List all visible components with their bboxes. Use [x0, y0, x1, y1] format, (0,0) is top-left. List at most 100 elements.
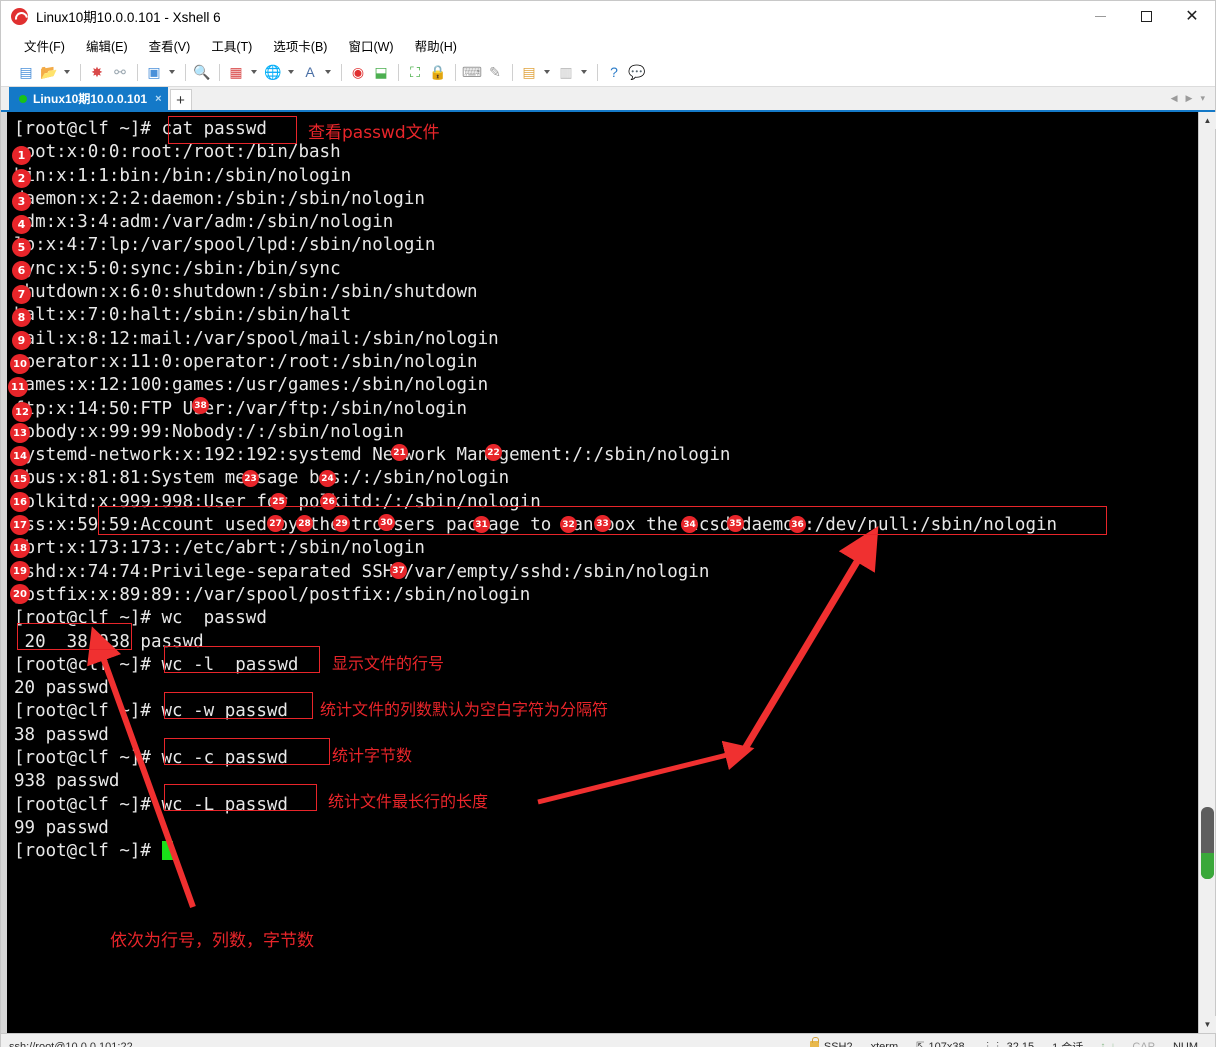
chevron-down-icon[interactable]	[322, 61, 333, 83]
tab-menu-icon[interactable]: ▾	[1196, 93, 1209, 104]
disconnect-icon[interactable]: ✸	[86, 61, 108, 83]
tab-next-icon[interactable]: ▶	[1182, 93, 1197, 104]
download-arrow-icon: ↓	[1110, 1041, 1116, 1047]
terminal-output-line: ftp:x:14:50:FTP User:/var/ftp:/sbin/nolo…	[14, 398, 468, 419]
xftp-icon[interactable]: ⬓	[370, 61, 392, 83]
help-icon[interactable]: ?	[603, 61, 625, 83]
menu-file[interactable]: 文件(F)	[15, 33, 74, 58]
toolbar-separator	[185, 63, 186, 81]
toolbar-separator	[137, 63, 138, 81]
fullscreen-icon[interactable]: ⛶	[404, 61, 426, 83]
close-icon: ✕	[1185, 6, 1199, 25]
connected-dot-icon	[19, 94, 27, 103]
terminal-output[interactable]: [root@clf ~]# cat passwd root:x:0:0:root:…	[8, 112, 1198, 1033]
layout-icon[interactable]: ▦	[225, 61, 247, 83]
xshell-window: Linux10期10.0.0.101 - Xshell 6 ✕ 文件(F) 编辑…	[0, 0, 1216, 1047]
note-wc-summary: 依次为行号，列数，字节数	[110, 931, 314, 951]
chevron-down-icon[interactable]	[541, 61, 552, 83]
menu-bar: 文件(F) 编辑(E) 查看(V) 工具(T) 选项卡(B) 窗口(W) 帮助(…	[1, 32, 1215, 58]
terminal-output-line: systemd-network:x:192:192:systemd Networ…	[14, 445, 731, 466]
chevron-down-icon[interactable]	[61, 61, 72, 83]
toolbar-separator	[398, 63, 399, 81]
terminal-output-line: 38 passwd	[14, 724, 109, 745]
caps-lock-indicator: CAP	[1132, 1040, 1155, 1047]
terminal-command-line: [root@clf ~]# wc -c passwd	[14, 748, 288, 769]
menu-window[interactable]: 窗口(W)	[339, 33, 402, 58]
menu-view[interactable]: 查看(V)	[140, 33, 200, 58]
close-button[interactable]: ✕	[1169, 1, 1215, 32]
protocol-label: SSH2	[823, 1040, 853, 1047]
terminal-output-line: tss:x:59:59:Account used by the trousers…	[14, 515, 1058, 536]
chevron-down-icon[interactable]	[166, 61, 177, 83]
connection-string: ssh://root@10.0.0.101:22	[9, 1040, 133, 1047]
terminal-output-line: dbus:x:81:81:System message bus:/:/sbin/…	[14, 468, 510, 489]
toolbar-separator	[455, 63, 456, 81]
new-session-icon[interactable]: ▤	[15, 61, 37, 83]
scroll-up-icon[interactable]: ▲	[1199, 112, 1216, 129]
terminal-output-line: adm:x:3:4:adm:/var/adm:/sbin/nologin	[14, 212, 394, 233]
reconnect-icon[interactable]: ⚯	[109, 61, 131, 83]
terminal-output-line: bin:x:1:1:bin:/bin:/sbin/nologin	[14, 165, 352, 186]
terminal-output-line: 99 passwd	[14, 817, 109, 838]
xshell-icon[interactable]: ◉	[347, 61, 369, 83]
status-right: SSH2 xterm ⇱ 107x38 ⋮⋮ 32,15 1 会话 ↑ ↓ CA…	[801, 1037, 1207, 1047]
feedback-icon[interactable]: 💬	[626, 61, 648, 83]
highlight-pen-icon[interactable]: ✎	[484, 61, 506, 83]
terminal-output-line: games:x:12:100:games:/usr/games:/sbin/no…	[14, 375, 489, 396]
minimize-icon	[1094, 15, 1106, 17]
size-label: 107x38	[928, 1040, 965, 1047]
resize-icon: ⇱	[916, 1041, 925, 1047]
session-properties-icon[interactable]: ▣	[143, 61, 165, 83]
sessions-cell: 1 会话	[1043, 1039, 1092, 1047]
terminal-scrollbar[interactable]: ▲ ▼	[1198, 112, 1216, 1033]
terminal-output-line: root:x:0:0:root:/root:/bin/bash	[14, 142, 341, 163]
toolbar-separator	[80, 63, 81, 81]
terminal-cursor	[161, 841, 173, 861]
scroll-down-icon[interactable]: ▼	[1199, 1016, 1216, 1033]
menu-tools[interactable]: 工具(T)	[202, 33, 261, 58]
terminal-left-rail	[1, 112, 8, 1033]
cursor-cell: ⋮⋮ 32,15	[974, 1041, 1044, 1047]
size-cell: ⇱ 107x38	[907, 1041, 973, 1047]
lock-icon[interactable]: 🔒	[427, 61, 449, 83]
chevron-down-icon[interactable]	[578, 61, 589, 83]
toolbar-separator	[597, 63, 598, 81]
menu-help[interactable]: 帮助(H)	[406, 33, 466, 58]
num-lock-indicator: NUM	[1172, 1040, 1198, 1047]
toolbar-separator	[512, 63, 513, 81]
minimize-button[interactable]	[1077, 1, 1123, 32]
tab-linux10[interactable]: Linux10期10.0.0.101 ×	[9, 87, 168, 110]
window-title: Linux10期10.0.0.101 - Xshell 6	[36, 10, 221, 25]
terminal-area: [root@clf ~]# cat passwd root:x:0:0:root:…	[1, 112, 1216, 1033]
terminal-output-line: postfix:x:89:89::/var/spool/postfix:/sbi…	[14, 584, 531, 605]
transfer-icon[interactable]: ▤	[518, 61, 540, 83]
terminal-output-line: operator:x:11:0:operator:/root:/sbin/nol…	[14, 351, 478, 372]
keyboard-icon[interactable]: ⌨	[461, 61, 483, 83]
font-icon[interactable]: A	[299, 61, 321, 83]
menu-tabs[interactable]: 选项卡(B)	[264, 33, 336, 58]
terminal-command-line: [root@clf ~]# wc passwd	[14, 608, 267, 629]
compose-icon[interactable]: ▥	[555, 61, 577, 83]
upload-arrow-icon: ↑	[1100, 1041, 1106, 1047]
maximize-icon	[1140, 10, 1152, 22]
search-icon[interactable]: 🔍	[191, 61, 213, 83]
scrollbar-thumb[interactable]	[1201, 807, 1214, 879]
maximize-button[interactable]	[1123, 1, 1169, 32]
toolbar: ▤ 📂 ✸ ⚯ ▣ 🔍 ▦ 🌐 A ◉ ⬓ ⛶ 🔒 ⌨ ✎ ▤ ▥? 💬	[1, 58, 1215, 87]
terminal-output-line: 20 38 938 passwd	[14, 631, 204, 652]
menu-edit[interactable]: 编辑(E)	[77, 33, 137, 58]
chevron-down-icon[interactable]	[285, 61, 296, 83]
open-folder-icon[interactable]: 📂	[38, 61, 60, 83]
toolbar-separator	[341, 63, 342, 81]
title-bar: Linux10期10.0.0.101 - Xshell 6 ✕	[1, 1, 1215, 32]
globe-icon[interactable]: 🌐	[262, 61, 284, 83]
terminal-output-line: shutdown:x:6:0:shutdown:/sbin:/sbin/shut…	[14, 282, 478, 303]
terminal-output-line: sshd:x:74:74:Privilege-separated SSH:/va…	[14, 561, 710, 582]
tab-prev-icon[interactable]: ◀	[1167, 93, 1182, 104]
transfer-arrows: ↑ ↓	[1092, 1041, 1123, 1047]
tab-close-icon[interactable]: ×	[155, 93, 161, 105]
chevron-down-icon[interactable]	[248, 61, 259, 83]
new-tab-button[interactable]: +	[169, 89, 192, 110]
tab-nav: ◀ ▶ ▾	[1167, 87, 1215, 110]
terminal-output-line: polkitd:x:999:998:User for polkitd:/:/sb…	[14, 491, 541, 512]
